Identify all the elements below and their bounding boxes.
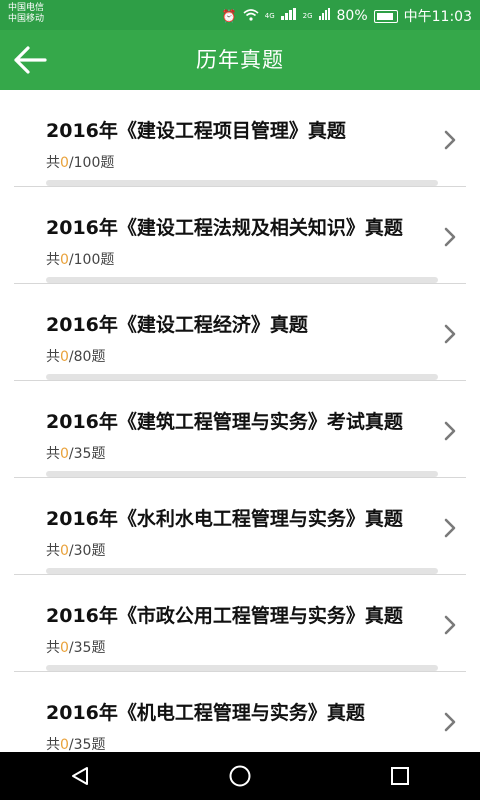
status-icons: ⏰ 4G 2G 80% 中午11:03 xyxy=(222,6,472,26)
wifi-icon xyxy=(243,8,259,24)
arrow-left-icon xyxy=(14,46,47,74)
app-header: 历年真题 xyxy=(0,30,480,90)
item-title: 2016年《建设工程法规及相关知识》真题 xyxy=(46,217,403,239)
clock: 中午11:03 xyxy=(403,9,472,25)
recents-square-icon xyxy=(391,767,409,785)
battery-icon xyxy=(373,9,398,23)
back-button[interactable] xyxy=(6,38,54,82)
chevron-right-icon xyxy=(444,421,456,441)
completed-count: 0 xyxy=(60,155,69,171)
item-title: 2016年《水利水电工程管理与实务》真题 xyxy=(46,508,403,530)
total-count: /80题 xyxy=(68,349,106,365)
progress-bar xyxy=(46,374,438,380)
item-title: 2016年《机电工程管理与实务》真题 xyxy=(46,702,365,724)
carrier-2: 中国移动 xyxy=(8,14,45,24)
home-circle-icon xyxy=(229,765,251,787)
total-count: /100题 xyxy=(68,252,115,268)
count-prefix: 共 xyxy=(46,349,60,365)
list-item[interactable]: 2016年《建设工程项目管理》真题 共0/100题 xyxy=(14,90,466,187)
item-title: 2016年《建筑工程管理与实务》考试真题 xyxy=(46,411,403,433)
item-title: 2016年《建设工程经济》真题 xyxy=(46,314,308,336)
chevron-right-icon xyxy=(444,615,456,635)
signal-icon xyxy=(280,8,297,24)
nav-back-button[interactable] xyxy=(50,752,110,800)
total-count: /100题 xyxy=(68,155,115,171)
total-count: /35题 xyxy=(68,640,106,656)
item-count: 共0/100题 xyxy=(46,152,114,172)
total-count: /35题 xyxy=(68,446,106,462)
completed-count: 0 xyxy=(60,349,69,365)
item-count: 共0/35题 xyxy=(46,734,105,752)
progress-bar xyxy=(46,277,438,283)
completed-count: 0 xyxy=(60,640,69,656)
completed-count: 0 xyxy=(60,543,69,559)
status-bar: 中国电信 中国移动 ⏰ 4G 2G 80% 中午11:03 xyxy=(0,0,480,30)
nav-recents-button[interactable] xyxy=(370,752,430,800)
network-type-2: 2G xyxy=(302,11,313,20)
exam-list: 2016年《建设工程项目管理》真题 共0/100题 2016年《建设工程法规及相关知… xyxy=(0,90,480,752)
network-type-1: 4G xyxy=(264,11,275,20)
chevron-right-icon xyxy=(444,227,456,247)
progress-bar xyxy=(46,471,438,477)
signal-icon-2 xyxy=(318,8,331,24)
chevron-right-icon xyxy=(444,712,456,732)
progress-bar xyxy=(46,180,438,186)
completed-count: 0 xyxy=(60,252,69,268)
count-prefix: 共 xyxy=(46,737,60,752)
list-item[interactable]: 2016年《机电工程管理与实务》真题共0/35题 xyxy=(14,672,466,752)
total-count: /35题 xyxy=(68,737,106,752)
progress-bar xyxy=(46,568,438,574)
item-title: 2016年《市政公用工程管理与实务》真题 xyxy=(46,605,403,627)
count-prefix: 共 xyxy=(46,446,60,462)
count-prefix: 共 xyxy=(46,155,60,171)
list-item[interactable]: 2016年《建筑工程管理与实务》考试真题 共0/35题 xyxy=(14,381,466,478)
carrier-info: 中国电信 中国移动 xyxy=(8,3,44,25)
page-title: 历年真题 xyxy=(196,48,284,72)
chevron-right-icon xyxy=(444,130,456,150)
nav-home-button[interactable] xyxy=(210,752,270,800)
total-count: /30题 xyxy=(68,543,106,559)
count-prefix: 共 xyxy=(46,252,60,268)
alarm-icon: ⏰ xyxy=(221,9,237,23)
count-prefix: 共 xyxy=(46,640,60,656)
system-nav-bar xyxy=(0,752,480,800)
progress-bar xyxy=(46,665,438,671)
item-count: 共0/30题 xyxy=(46,540,105,560)
list-item[interactable]: 2016年《市政公用工程管理与实务》真题 共0/35题 xyxy=(14,575,466,672)
item-count: 共0/80题 xyxy=(46,346,105,366)
chevron-right-icon xyxy=(444,518,456,538)
completed-count: 0 xyxy=(60,737,69,752)
back-triangle-icon xyxy=(72,767,88,785)
list-item[interactable]: 2016年《水利水电工程管理与实务》真题 共0/30题 xyxy=(14,478,466,575)
battery-percent: 80% xyxy=(336,8,368,24)
count-prefix: 共 xyxy=(46,543,60,559)
list-item[interactable]: 2016年《建设工程经济》真题 共0/80题 xyxy=(14,284,466,381)
list-item[interactable]: 2016年《建设工程法规及相关知识》真题 共0/100题 xyxy=(14,187,466,284)
item-count: 共0/100题 xyxy=(46,249,114,269)
completed-count: 0 xyxy=(60,446,69,462)
item-title: 2016年《建设工程项目管理》真题 xyxy=(46,120,346,142)
chevron-right-icon xyxy=(444,324,456,344)
item-count: 共0/35题 xyxy=(46,443,105,463)
carrier-1: 中国电信 xyxy=(8,3,45,13)
item-count: 共0/35题 xyxy=(46,637,105,657)
